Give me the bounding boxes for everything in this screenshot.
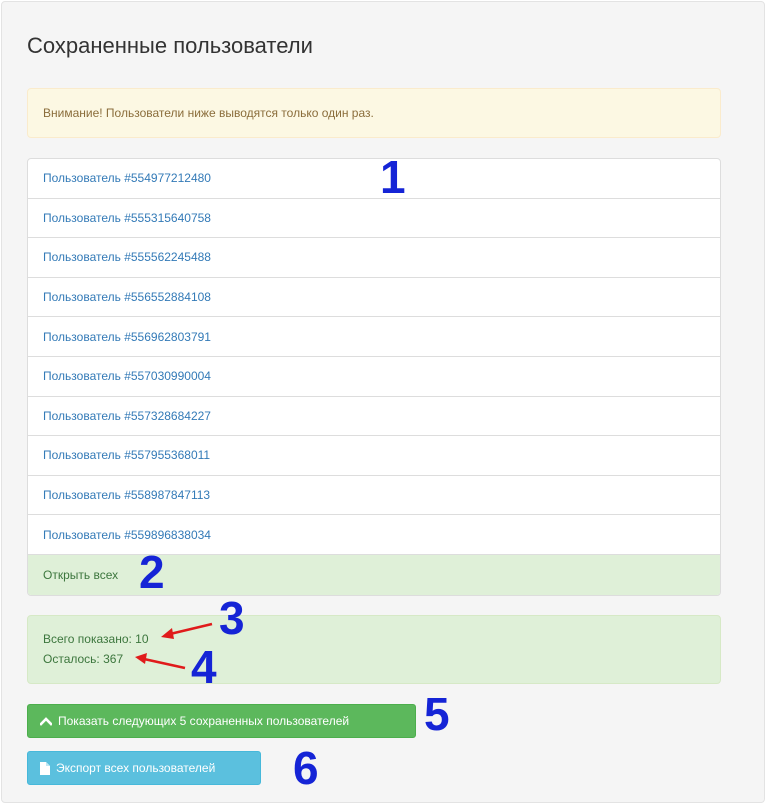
annotation-2: 2	[139, 546, 165, 598]
list-item[interactable]: Пользователь #555315640758	[28, 199, 720, 239]
saved-users-panel: Сохраненные пользователи Внимание! Польз…	[1, 1, 765, 803]
shown-count-text: Всего показано: 10	[43, 632, 149, 646]
annotation-3: 3	[219, 592, 245, 644]
annotation-1: 1	[380, 151, 406, 203]
list-item[interactable]: Пользователь #557030990004	[28, 357, 720, 397]
page-title: Сохраненные пользователи	[27, 33, 313, 58]
export-button[interactable]: Экспорт всех пользователей	[27, 751, 261, 785]
list-item[interactable]: Пользователь #557955368011	[28, 436, 720, 476]
users-list: Пользователь #554977212480 Пользователь …	[27, 158, 721, 596]
show-next-label: Показать следующих 5 сохраненных пользов…	[58, 714, 350, 728]
list-item[interactable]: Пользователь #556962803791	[28, 317, 720, 357]
list-item[interactable]: Пользователь #554977212480	[28, 159, 720, 199]
export-label: Экспорт всех пользователей	[56, 761, 216, 775]
list-item[interactable]: Пользователь #555562245488	[28, 238, 720, 278]
annotation-6: 6	[293, 742, 319, 794]
show-next-button[interactable]: Показать следующих 5 сохраненных пользов…	[27, 704, 416, 738]
list-item[interactable]: Пользователь #558987847113	[28, 476, 720, 516]
annotation-4: 4	[191, 641, 217, 693]
chevron-up-icon	[40, 716, 52, 726]
file-icon	[40, 761, 50, 775]
remaining-count-text: Осталось: 367	[43, 652, 124, 666]
list-item[interactable]: Пользователь #559896838034	[28, 515, 720, 555]
annotation-5: 5	[424, 688, 450, 740]
list-item[interactable]: Пользователь #557328684227	[28, 397, 720, 437]
open-all-item[interactable]: Открыть всех	[28, 554, 720, 595]
stats-alert: Всего показано: 10 Осталось: 367	[27, 615, 721, 684]
list-item[interactable]: Пользователь #556552884108	[28, 278, 720, 318]
warning-alert: Внимание! Пользователи ниже выводятся то…	[27, 88, 721, 138]
